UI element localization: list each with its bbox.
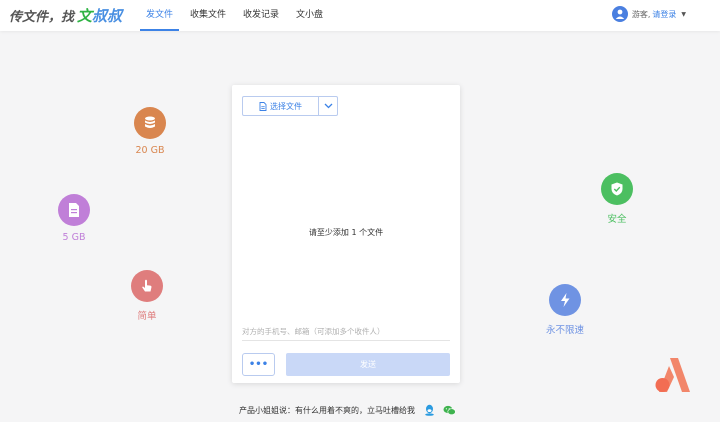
choose-file-group: 选择文件 bbox=[242, 96, 338, 116]
feature-unlimited-label: 永不限速 bbox=[545, 325, 584, 336]
site-logo[interactable]: 传文件，找 文叔叔 bbox=[9, 5, 122, 27]
main-nav: 发文件 收集文件 收发记录 文小盘 bbox=[140, 0, 334, 31]
guest-label: 游客, bbox=[631, 9, 651, 19]
nav-send-file[interactable]: 发文件 bbox=[140, 0, 180, 31]
top-navbar: 传文件，找 文叔叔 发文件 收集文件 收发记录 文小盘 游客, 请登录 ▼ bbox=[0, 0, 720, 31]
nav-collect-file[interactable]: 收集文件 bbox=[184, 0, 232, 31]
nav-mini-disk[interactable]: 文小盘 bbox=[290, 0, 329, 31]
feature-20gb: 20 GB bbox=[130, 107, 170, 156]
nav-history[interactable]: 收发记录 bbox=[237, 0, 285, 31]
shield-check-icon bbox=[601, 173, 633, 205]
qq-icon[interactable] bbox=[424, 404, 435, 416]
feature-20gb-label: 20 GB bbox=[135, 145, 165, 156]
choose-file-button[interactable]: 选择文件 bbox=[243, 97, 319, 115]
feedback-text: 产品小姐姐说：有什么用着不爽的，立马吐槽给我 bbox=[239, 405, 415, 415]
feature-secure-label: 安全 bbox=[607, 214, 627, 225]
logo-text: 传文件，找 bbox=[9, 10, 75, 25]
database-icon bbox=[134, 107, 166, 139]
empty-hint: 请至少添加 1 个文件 bbox=[308, 228, 384, 237]
feature-5gb: 5 GB bbox=[54, 194, 94, 243]
footer-feedback: 产品小姐姐说：有什么用着不爽的，立马吐槽给我 bbox=[239, 404, 456, 416]
caret-down-icon[interactable]: ▼ bbox=[681, 11, 686, 18]
lightning-icon bbox=[549, 284, 581, 316]
avatar-icon[interactable] bbox=[611, 6, 628, 22]
brand-mark-icon bbox=[655, 356, 691, 398]
document-icon bbox=[58, 194, 90, 226]
feature-unlimited: 永不限速 bbox=[541, 284, 589, 336]
recipient-input[interactable] bbox=[242, 323, 450, 341]
more-options-button[interactable]: ••• bbox=[242, 353, 275, 376]
feature-simple-label: 简单 bbox=[137, 311, 157, 322]
user-menu[interactable]: 游客, 请登录 ▼ bbox=[611, 6, 686, 22]
wechat-icon[interactable] bbox=[443, 405, 456, 416]
chevron-down-icon[interactable] bbox=[319, 97, 337, 115]
feature-secure: 安全 bbox=[597, 173, 637, 225]
tap-icon bbox=[131, 270, 163, 302]
login-link[interactable]: 请登录 bbox=[652, 9, 676, 20]
logo-brand: 文叔叔 bbox=[77, 7, 123, 25]
feature-simple: 简单 bbox=[127, 270, 167, 322]
send-button[interactable]: 发送 bbox=[286, 353, 450, 376]
upload-card: 选择文件 请至少添加 1 个文件 ••• 发送 bbox=[232, 85, 460, 383]
choose-file-label: 选择文件 bbox=[270, 101, 302, 111]
feature-5gb-label: 5 GB bbox=[62, 232, 86, 243]
file-icon bbox=[259, 101, 267, 111]
